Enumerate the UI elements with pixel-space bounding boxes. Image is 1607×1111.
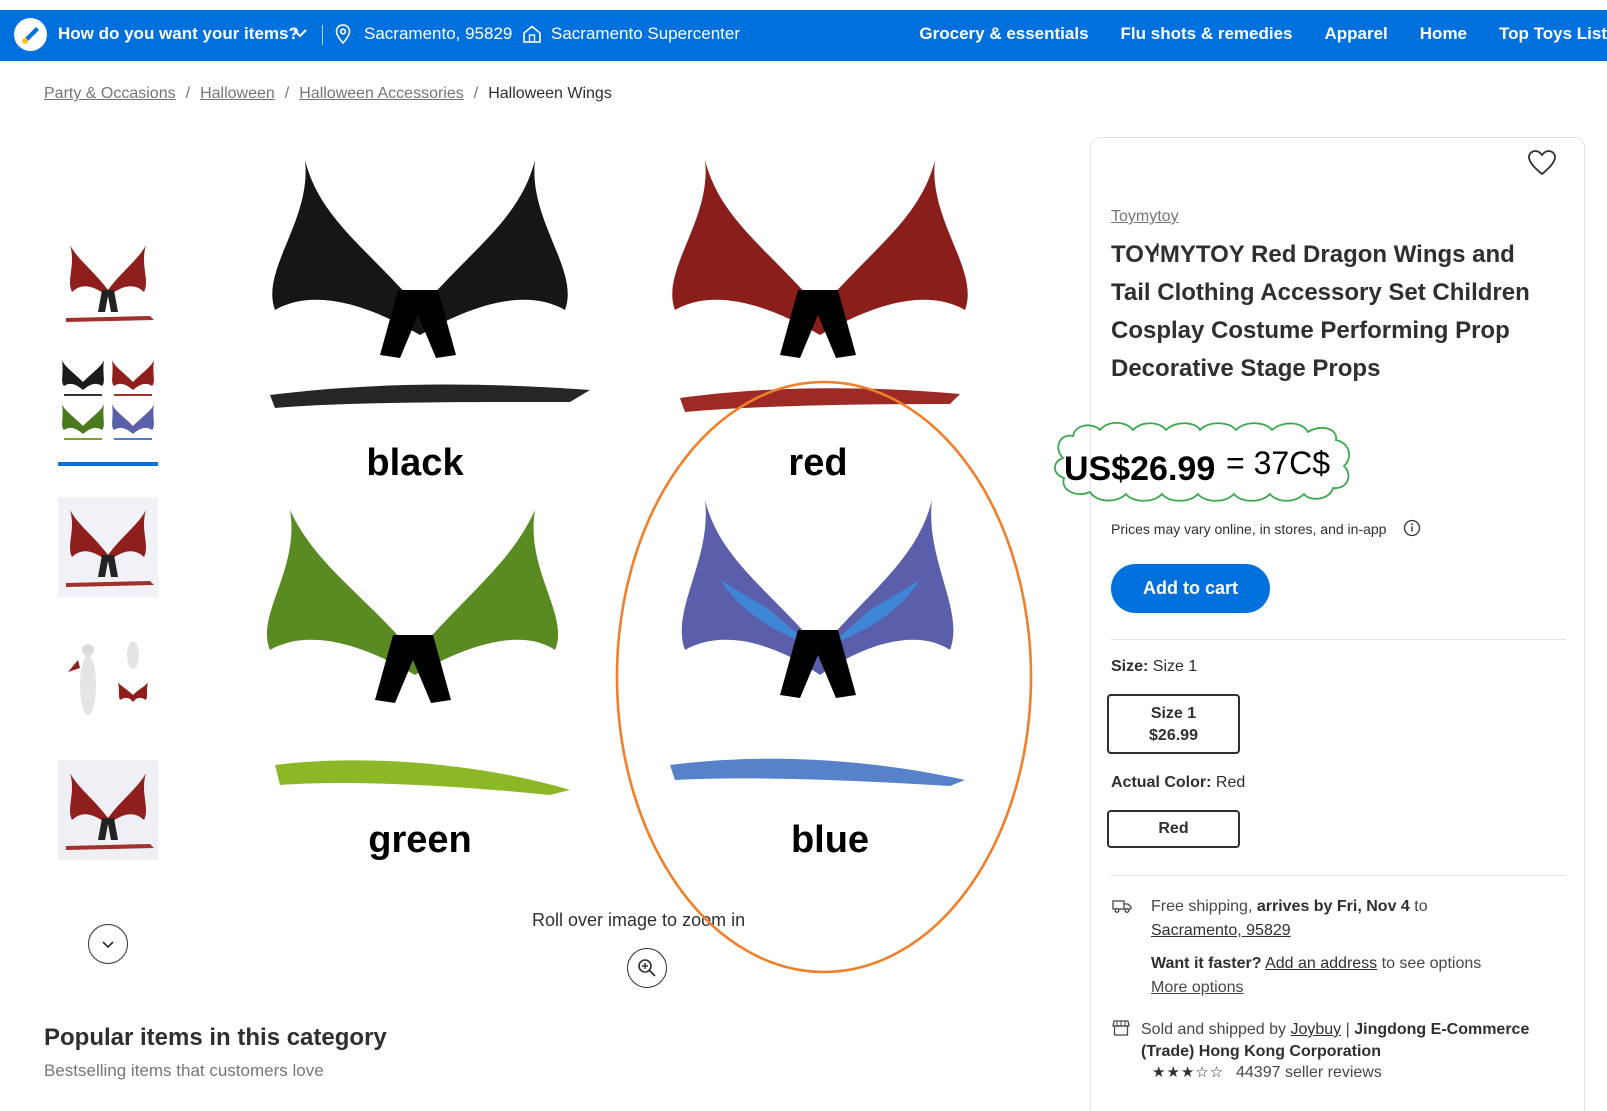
breadcrumb-separator: / [473,85,479,102]
shipping-info: Free shipping, arrives by Fri, Nov 4 to [1151,898,1428,915]
product-price: US$26.99 [1064,450,1216,488]
nav-link-flu-shots[interactable]: Flu shots & remedies [1121,24,1293,44]
store-link[interactable]: Sacramento Supercenter [551,24,740,44]
department-links: Grocery & essentials Flu shots & remedie… [919,24,1607,44]
nav-link-grocery[interactable]: Grocery & essentials [919,24,1088,44]
size-label: Size: Size 1 [1111,658,1198,675]
delivery-truck-icon [1112,900,1132,913]
chevron-down-icon [102,941,114,949]
size-selected-value: Size 1 [1152,658,1198,675]
divider [1111,639,1566,640]
popular-section-subtitle: Bestselling items that customers love [44,1061,324,1080]
nav-link-top-toys[interactable]: Top Toys List [1499,24,1607,44]
thumbnail-image[interactable] [58,230,158,330]
add-address-link[interactable]: Add an address [1265,955,1377,972]
breadcrumb-party-occasions[interactable]: Party & Occasions [44,85,176,103]
thumbnail-image[interactable] [58,760,158,860]
red-wings-image [672,160,968,412]
zoom-button[interactable] [627,948,667,988]
breadcrumb-separator: / [284,85,290,102]
seller-rating-stars: ★★★☆☆ [1152,1064,1225,1081]
favorite-heart-icon[interactable] [1528,150,1556,176]
divider [322,25,323,45]
product-title: TOYMYTOY Red Dragon Wings and Tail Cloth… [1111,241,1530,382]
main-product-image[interactable]: black red green blue [250,140,1010,890]
blue-wings-image [670,500,965,786]
seller-store-icon [1112,1020,1130,1036]
thumbnail-image[interactable] [58,497,158,597]
breadcrumb-halloween[interactable]: Halloween [200,85,275,103]
nav-link-home[interactable]: Home [1420,24,1467,44]
more-options-link[interactable]: More options [1151,979,1244,997]
faster-delivery-info: Want it faster? Add an address to see op… [1151,955,1482,972]
popular-section-title: Popular items in this category [44,1024,387,1051]
zoom-in-icon [638,959,656,977]
color-label-blue: blue [791,819,869,861]
breadcrumb-separator: / [185,85,191,102]
zoom-hint-text: Roll over image to zoom in [532,910,746,930]
shipping-location-link[interactable]: Sacramento, 95829 [1151,922,1291,940]
breadcrumb-current: Halloween Wings [488,85,612,102]
black-wings-image [270,160,590,408]
color-label: Actual Color: Red [1111,774,1246,791]
divider [1111,875,1566,876]
thumbnails-scroll-down-button[interactable] [88,924,128,964]
breadcrumb-halloween-accessories[interactable]: Halloween Accessories [299,85,464,103]
price-variance-note: Prices may vary online, in stores, and i… [1111,521,1387,537]
green-wings-image [266,510,570,795]
color-selected-value: Red [1215,774,1246,791]
breadcrumb: Party & Occasions / Halloween / Hallowee… [44,85,612,103]
delivery-method-selector[interactable]: How do you want your items? [58,24,299,44]
text-cursor-icon: I [1155,240,1161,260]
location-pin-icon [335,24,351,44]
info-icon[interactable] [1403,519,1421,537]
add-to-cart-button[interactable]: Add to cart [1111,564,1270,613]
seller-info: Sold and shipped by Joybuy | Jingdong E-… [1141,1021,1530,1060]
color-option-button[interactable]: Red [1107,810,1240,848]
brand-link[interactable]: Toymytoy [1111,208,1179,226]
thumbnail-image[interactable] [58,630,158,730]
active-thumbnail-indicator [58,462,158,466]
size-option-price: $26.99 [1149,727,1198,744]
walmart-spark-logo-icon[interactable] [14,18,47,51]
nav-link-apparel[interactable]: Apparel [1324,24,1387,44]
store-icon [523,25,541,43]
color-label-black: black [366,442,464,484]
location-link[interactable]: Sacramento, 95829 [364,24,512,44]
top-nav-bar: How do you want your items? Sacramento, … [0,0,1607,61]
thumbnail-image[interactable] [58,354,158,454]
seller-link[interactable]: Joybuy [1290,1021,1341,1038]
color-label-red: red [788,442,847,484]
size-option-name: Size 1 [1150,705,1197,722]
seller-reviews-count[interactable]: 44397 seller reviews [1236,1064,1382,1082]
color-label-green: green [368,819,471,861]
size-option-button[interactable]: Size 1 $26.99 [1107,694,1240,754]
chevron-down-icon[interactable] [292,25,308,41]
currency-conversion-note: = 37C$ [1226,445,1331,481]
